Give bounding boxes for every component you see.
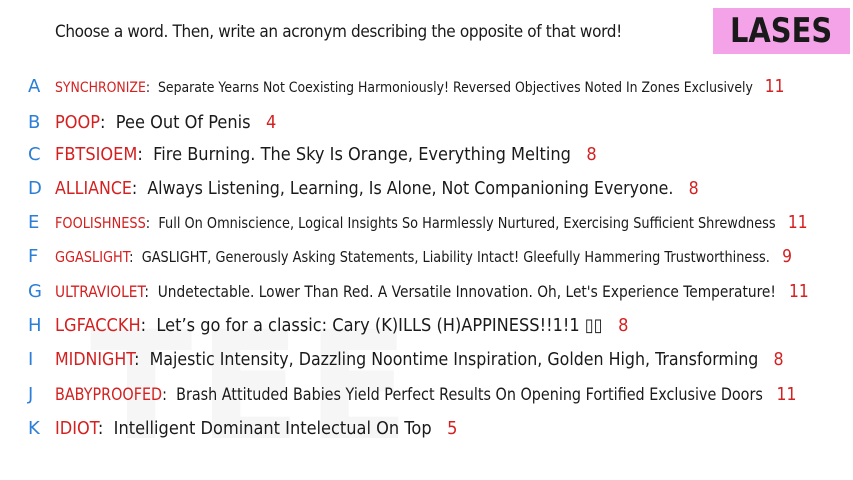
entry-body: LGFACCKH: Let’s go for a classic: Cary (… <box>55 314 628 338</box>
entry-letter: D <box>28 178 42 199</box>
entry-letter: A <box>28 76 41 97</box>
entry-score: 11 <box>787 212 808 233</box>
entry-word: POOP <box>55 112 101 133</box>
answer-entry: K IDIOT: Intelligent Dominant Intelectual… <box>0 417 853 441</box>
entry-score: 4 <box>266 112 277 133</box>
entry-body: FBTSIOEM: Fire Burning. The Sky Is Orang… <box>55 143 597 167</box>
entry-word: IDIOT <box>55 418 98 439</box>
entry-score: 11 <box>789 281 809 302</box>
entry-separator: : <box>100 112 116 133</box>
entry-separator: : <box>145 214 159 232</box>
entry-separator: : <box>129 248 142 266</box>
entry-separator: : <box>144 282 158 301</box>
entry-body: GGASLIGHT: GASLIGHT, Generously Asking S… <box>55 245 792 269</box>
game-prompt: Choose a word. Then, write an acronym de… <box>55 22 622 42</box>
entry-body: ALLIANCE: Always Listening, Learning, Is… <box>55 177 699 201</box>
entry-score: 8 <box>586 144 597 165</box>
entry-body: POOP: Pee Out Of Penis 4 <box>55 111 276 135</box>
entry-score: 5 <box>447 418 458 439</box>
entry-letter: G <box>28 281 42 302</box>
entry-separator: : <box>140 315 157 336</box>
entry-separator: : <box>137 144 154 165</box>
answer-entry: H LGFACCKH: Let’s go for a classic: Cary … <box>0 314 853 338</box>
entry-score: 8 <box>618 315 629 336</box>
entry-acronym: Pee Out Of Penis <box>115 112 251 133</box>
entry-separator: : <box>134 349 150 370</box>
player-name-badge: LASES <box>713 8 850 54</box>
answer-entry: J BABYPROOFED: Brash Attituded Babies Yie… <box>0 383 853 407</box>
answer-entry: D ALLIANCE: Always Listening, Learning, I… <box>0 177 853 201</box>
entry-word: GGASLIGHT <box>55 248 130 266</box>
entry-acronym: Majestic Intensity, Dazzling Noontime In… <box>149 349 759 370</box>
entry-word: LGFACCKH <box>55 315 141 336</box>
entry-letter: H <box>28 315 42 336</box>
entry-separator: : <box>97 418 114 439</box>
entry-score: 9 <box>782 246 793 267</box>
entry-letter: B <box>28 112 41 133</box>
entry-letter: J <box>28 384 34 405</box>
entry-word: FOOLISHNESS <box>55 214 146 232</box>
entry-score: 11 <box>764 76 785 97</box>
entry-separator: : <box>131 178 148 199</box>
entry-score: 11 <box>776 384 797 405</box>
entry-word: FBTSIOEM <box>55 144 138 165</box>
entry-separator: : <box>145 80 158 96</box>
entry-acronym: Always Listening, Learning, Is Alone, No… <box>147 178 674 199</box>
answer-entry: F GGASLIGHT: GASLIGHT, Generously Asking … <box>0 245 853 269</box>
answer-entry: B POOP: Pee Out Of Penis 4 <box>0 111 853 135</box>
entry-score: 8 <box>688 178 699 199</box>
entry-body: MIDNIGHT: Majestic Intensity, Dazzling N… <box>55 348 784 372</box>
entry-score: 8 <box>773 349 784 370</box>
entry-word: BABYPROOFED <box>55 385 163 404</box>
entry-word: ALLIANCE <box>55 178 132 199</box>
entry-acronym: Intelligent Dominant Intelectual On Top <box>113 418 432 439</box>
entry-acronym: Let’s go for a classic: Cary (K)ILLS (H)… <box>156 315 603 336</box>
entry-body: IDIOT: Intelligent Dominant Intelectual … <box>55 417 457 441</box>
entry-word: MIDNIGHT <box>55 349 135 370</box>
entry-letter: K <box>28 418 40 439</box>
entry-acronym: Separate Yearns Not Coexisting Harmoniou… <box>157 80 753 96</box>
entry-acronym: Brash Attituded Babies Yield Perfect Res… <box>176 385 763 404</box>
entry-word: ULTRAVIOLET <box>55 282 145 301</box>
entry-letter: I <box>28 349 34 370</box>
entry-acronym: GASLIGHT, Generously Asking Statements, … <box>141 248 770 266</box>
entry-acronym: Full On Omniscience, Logical Insights So… <box>158 214 776 232</box>
entry-body: BABYPROOFED: Brash Attituded Babies Yiel… <box>55 383 796 407</box>
entry-separator: : <box>162 385 177 404</box>
entry-word: SYNCHRONIZE <box>55 80 146 96</box>
entry-letter: F <box>28 246 39 267</box>
entry-letter: C <box>28 144 41 165</box>
answer-entry: G ULTRAVIOLET: Undetectable. Lower Than R… <box>0 280 853 304</box>
answer-entry: I MIDNIGHT: Majestic Intensity, Dazzling … <box>0 348 853 372</box>
answer-entry: E FOOLISHNESS: Full On Omniscience, Logic… <box>0 211 853 235</box>
entry-acronym: Undetectable. Lower Than Red. A Versatil… <box>157 282 776 301</box>
entry-acronym: Fire Burning. The Sky Is Orange, Everyth… <box>153 144 571 165</box>
player-name: LASES <box>730 11 833 51</box>
answer-entry: A SYNCHRONIZE: Separate Yearns Not Coexis… <box>0 75 853 99</box>
answer-entry: C FBTSIOEM: Fire Burning. The Sky Is Oran… <box>0 143 853 167</box>
entry-body: ULTRAVIOLET: Undetectable. Lower Than Re… <box>55 280 809 304</box>
entry-body: SYNCHRONIZE: Separate Yearns Not Coexist… <box>55 75 784 100</box>
entry-letter: E <box>28 212 40 233</box>
entry-body: FOOLISHNESS: Full On Omniscience, Logica… <box>55 211 808 235</box>
